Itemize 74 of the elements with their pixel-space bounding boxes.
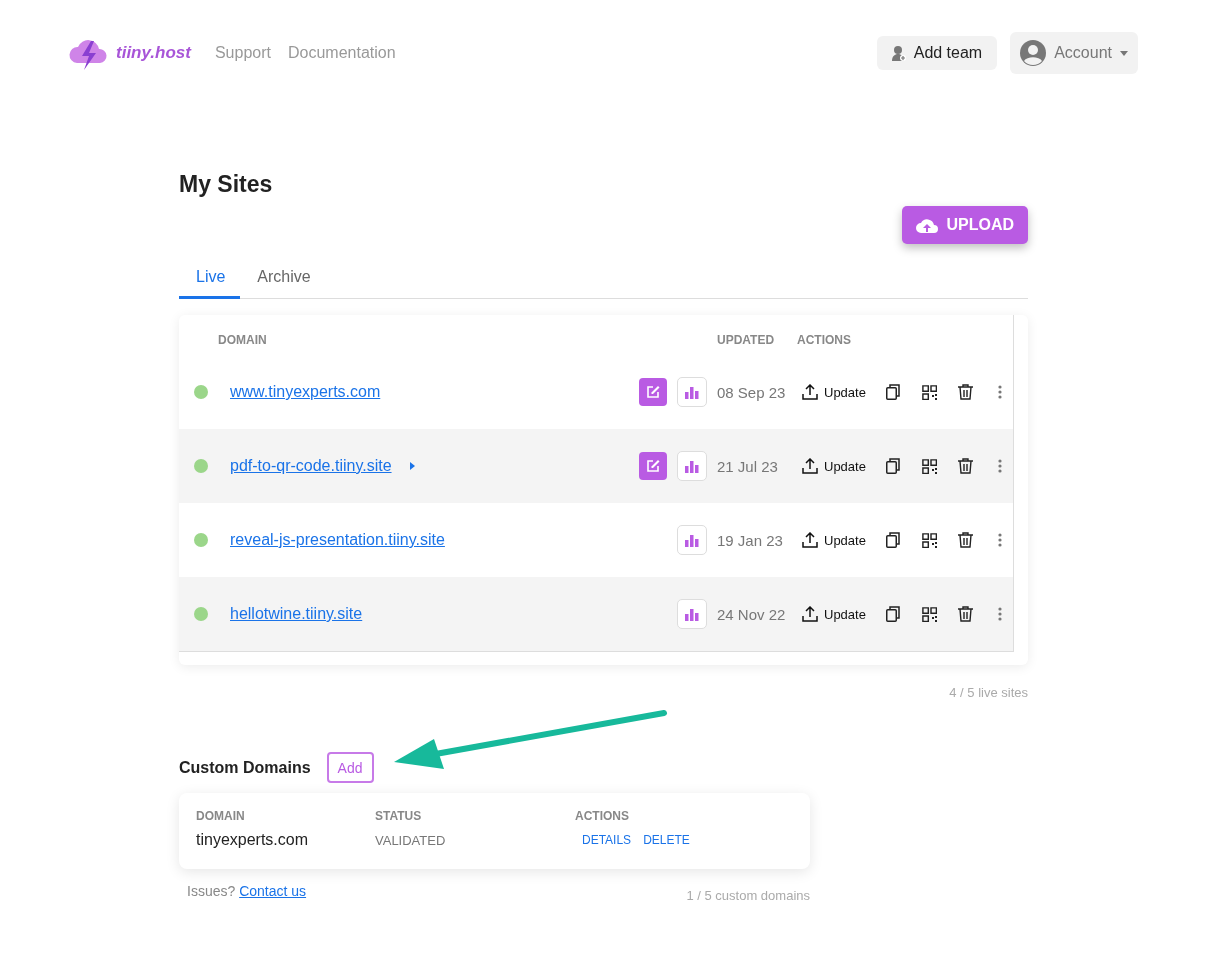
updated-date: 08 Sep 23 bbox=[717, 383, 787, 401]
domain-name: tinyexperts.com bbox=[196, 831, 310, 849]
updated-date: 19 Jan 23 bbox=[717, 531, 784, 549]
copy-icon[interactable] bbox=[886, 384, 900, 400]
column-header: UPDATED bbox=[717, 333, 776, 347]
stats-button[interactable] bbox=[677, 451, 707, 481]
site-link[interactable]: reveal-js-presentation.tiiny.site bbox=[230, 531, 445, 549]
site-link[interactable]: www.tinyexperts.com bbox=[230, 383, 381, 401]
stats-button[interactable] bbox=[677, 525, 707, 555]
site-link[interactable]: pdf-to-qr-code.tiiny.site bbox=[230, 457, 392, 475]
edit-button[interactable] bbox=[639, 378, 667, 406]
update-button[interactable]: Update bbox=[802, 606, 866, 622]
trash-icon[interactable] bbox=[958, 384, 973, 400]
more-options-icon[interactable] bbox=[998, 385, 1002, 399]
upload-button[interactable]: UPLOAD bbox=[902, 206, 1028, 244]
trash-icon[interactable] bbox=[958, 532, 973, 548]
nav-link[interactable]: Support bbox=[214, 44, 271, 62]
action-link[interactable]: DELETE bbox=[643, 833, 690, 847]
caret-down-icon bbox=[1120, 50, 1128, 56]
account-button[interactable]: Account bbox=[1010, 32, 1138, 74]
edit-icon bbox=[646, 459, 660, 473]
site-link[interactable]: hellotwine.tiiny.site bbox=[230, 605, 363, 623]
stats-button[interactable] bbox=[677, 377, 707, 407]
column-header: ACTIONS bbox=[797, 333, 852, 347]
qr-code-icon[interactable] bbox=[922, 606, 937, 622]
contact-link[interactable]: Contact us bbox=[239, 883, 307, 899]
column-header: DOMAIN bbox=[218, 333, 268, 347]
qr-code-icon[interactable] bbox=[922, 458, 937, 474]
domain-status: VALIDATED bbox=[375, 832, 447, 848]
stats-button[interactable] bbox=[677, 599, 707, 629]
updated-date: 21 Jul 23 bbox=[717, 457, 779, 475]
site-count: 4 / 5 live sites bbox=[948, 685, 1028, 700]
bar-chart-icon bbox=[685, 607, 699, 621]
issues-text: Issues? Contact us bbox=[187, 883, 307, 901]
qr-code-icon[interactable] bbox=[922, 384, 937, 400]
column-header: STATUS bbox=[375, 809, 423, 823]
upload-icon bbox=[802, 606, 818, 622]
person-add-icon bbox=[891, 45, 906, 61]
section-title: Custom Domains bbox=[179, 758, 311, 777]
upload-icon bbox=[802, 532, 818, 548]
domain-count: 1 / 5 custom domains bbox=[686, 888, 810, 903]
more-options-icon[interactable] bbox=[998, 607, 1002, 621]
trash-icon[interactable] bbox=[958, 606, 973, 622]
more-options-icon[interactable] bbox=[998, 459, 1002, 473]
edit-button[interactable] bbox=[639, 452, 667, 480]
cloud-upload-icon bbox=[916, 217, 939, 233]
edit-icon bbox=[646, 385, 660, 399]
add-team-button[interactable]: Add team bbox=[876, 36, 998, 70]
user-avatar-icon bbox=[1020, 40, 1047, 66]
caret-right-icon[interactable] bbox=[409, 462, 415, 470]
page-title: My Sites bbox=[179, 170, 274, 199]
update-button[interactable]: Update bbox=[802, 458, 866, 474]
copy-icon[interactable] bbox=[886, 606, 900, 622]
bar-chart-icon bbox=[685, 385, 699, 399]
copy-icon[interactable] bbox=[886, 532, 900, 548]
more-options-icon[interactable] bbox=[998, 533, 1002, 547]
copy-icon[interactable] bbox=[886, 458, 900, 474]
column-header: DOMAIN bbox=[196, 809, 246, 823]
action-link[interactable]: DETAILS bbox=[582, 833, 632, 847]
brand-name[interactable]: tiiny.host bbox=[116, 43, 191, 63]
trash-icon[interactable] bbox=[958, 458, 973, 474]
bar-chart-icon bbox=[685, 533, 699, 547]
update-button[interactable]: Update bbox=[802, 532, 866, 548]
column-header: ACTIONS bbox=[575, 809, 630, 823]
tab[interactable]: Live bbox=[179, 257, 241, 299]
updated-date: 24 Nov 22 bbox=[717, 605, 787, 623]
nav-link[interactable]: Documentation bbox=[288, 44, 396, 62]
bar-chart-icon bbox=[685, 459, 699, 473]
tab[interactable]: Archive bbox=[240, 257, 326, 299]
upload-icon bbox=[802, 384, 818, 400]
upload-icon bbox=[802, 458, 818, 474]
update-button[interactable]: Update bbox=[802, 384, 866, 400]
add-domain-button[interactable]: Add bbox=[326, 752, 374, 783]
qr-code-icon[interactable] bbox=[922, 532, 937, 548]
